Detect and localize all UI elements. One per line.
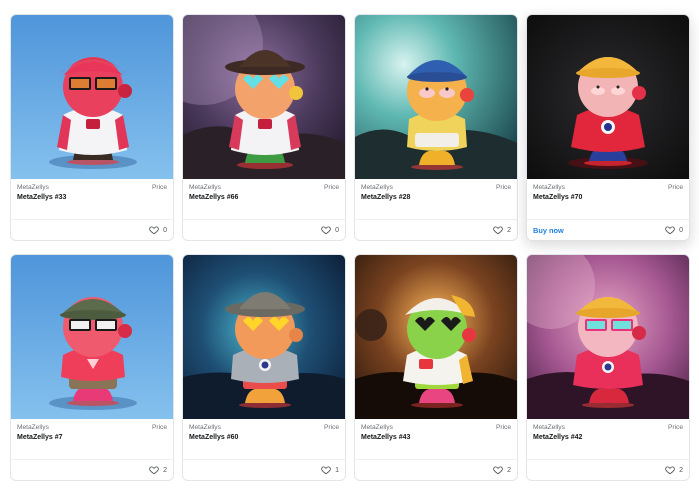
collection-name[interactable]: MetaZellys [533,424,565,431]
nft-card[interactable]: MetaZellys Price MetaZellys #43 2 [354,254,518,481]
nft-image[interactable] [355,15,517,179]
price-label: Price [667,184,683,191]
heart-icon [321,226,331,235]
token-name[interactable]: MetaZellys #43 [361,434,410,441]
card-footer: 2 [355,459,517,480]
heart-icon [321,466,331,475]
card-footer: 2 [355,219,517,240]
card-footer: 1 [183,459,345,480]
nft-card[interactable]: MetaZellys Price MetaZellys #66 0 [182,14,346,241]
nft-card[interactable]: MetaZellys Price MetaZellys #33 0 [10,14,174,241]
collection-name[interactable]: MetaZellys [189,424,221,431]
card-info: MetaZellys Price MetaZellys #7 [17,424,167,464]
nft-image[interactable] [183,255,345,419]
like-button[interactable]: 2 [493,225,511,235]
heart-icon [149,226,159,235]
like-count: 2 [507,226,511,234]
like-button[interactable]: 2 [493,465,511,475]
like-count: 2 [507,466,511,474]
collection-name[interactable]: MetaZellys [361,424,393,431]
nft-image[interactable] [355,255,517,419]
price-label: Price [495,184,511,191]
nft-card[interactable]: MetaZellys Price MetaZellys #70 Buy now … [526,14,690,241]
heart-icon [493,466,503,475]
card-info: MetaZellys Price MetaZellys #70 [533,184,683,224]
like-button[interactable]: 2 [665,465,683,475]
card-footer: 0 [183,219,345,240]
card-footer: 0 [11,219,173,240]
nft-card[interactable]: MetaZellys Price MetaZellys #7 2 [10,254,174,481]
token-name[interactable]: MetaZellys #33 [17,194,66,201]
like-button[interactable]: 0 [149,225,167,235]
token-name[interactable]: MetaZellys #28 [361,194,410,201]
like-count: 1 [335,466,339,474]
nft-image[interactable] [11,15,173,179]
like-button[interactable]: 0 [665,225,683,235]
nft-card[interactable]: MetaZellys Price MetaZellys #42 2 [526,254,690,481]
card-info: MetaZellys Price MetaZellys #60 [189,424,339,464]
heart-icon [665,226,675,235]
card-footer: Buy now 0 [527,219,689,240]
like-count: 2 [163,466,167,474]
collection-name[interactable]: MetaZellys [17,424,49,431]
price-label: Price [151,424,167,431]
heart-icon [493,226,503,235]
price-label: Price [495,424,511,431]
token-name[interactable]: MetaZellys #7 [17,434,63,441]
nft-image[interactable] [527,15,689,179]
token-name[interactable]: MetaZellys #42 [533,434,582,441]
card-footer: 2 [11,459,173,480]
token-name[interactable]: MetaZellys #66 [189,194,238,201]
like-button[interactable]: 2 [149,465,167,475]
token-name[interactable]: MetaZellys #70 [533,194,582,201]
collection-name[interactable]: MetaZellys [361,184,393,191]
card-info: MetaZellys Price MetaZellys #66 [189,184,339,224]
like-count: 0 [163,226,167,234]
price-label: Price [323,184,339,191]
buy-now-button[interactable]: Buy now [533,226,564,235]
price-label: Price [323,424,339,431]
heart-icon [665,466,675,475]
price-label: Price [667,424,683,431]
nft-image[interactable] [11,255,173,419]
collection-name[interactable]: MetaZellys [17,184,49,191]
like-count: 0 [679,226,683,234]
nft-card[interactable]: MetaZellys Price MetaZellys #60 1 [182,254,346,481]
nft-image[interactable] [527,255,689,419]
like-count: 2 [679,466,683,474]
collection-name[interactable]: MetaZellys [189,184,221,191]
price-label: Price [151,184,167,191]
nft-card[interactable]: MetaZellys Price MetaZellys #28 2 [354,14,518,241]
card-info: MetaZellys Price MetaZellys #33 [17,184,167,224]
like-button[interactable]: 1 [321,465,339,475]
card-info: MetaZellys Price MetaZellys #28 [361,184,511,224]
card-footer: 2 [527,459,689,480]
card-info: MetaZellys Price MetaZellys #43 [361,424,511,464]
collection-name[interactable]: MetaZellys [533,184,565,191]
nft-image[interactable] [183,15,345,179]
like-count: 0 [335,226,339,234]
token-name[interactable]: MetaZellys #60 [189,434,238,441]
like-button[interactable]: 0 [321,225,339,235]
heart-icon [149,466,159,475]
card-info: MetaZellys Price MetaZellys #42 [533,424,683,464]
